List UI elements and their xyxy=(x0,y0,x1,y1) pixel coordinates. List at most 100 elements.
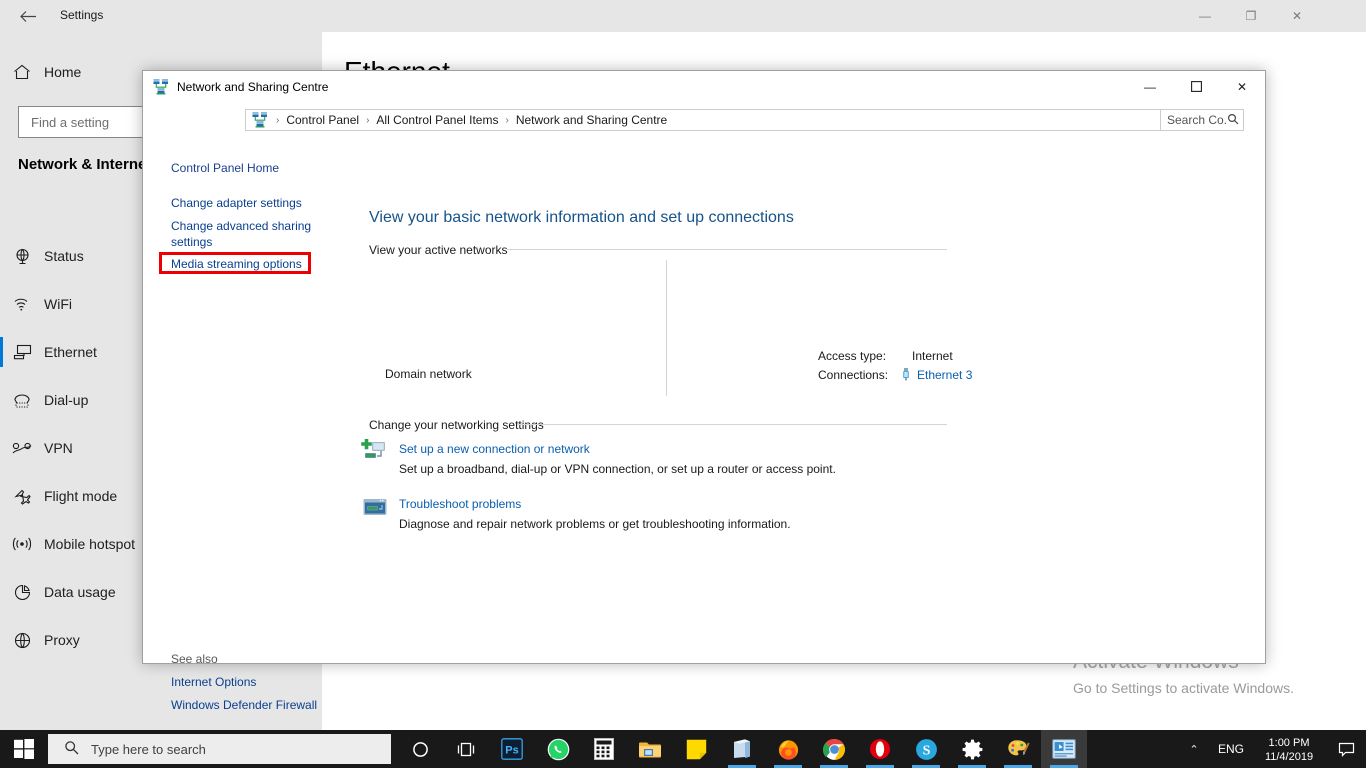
sidebar-item-label: Flight mode xyxy=(44,488,118,504)
desc-set-up-new-connection: Set up a broadband, dial-up or VPN conne… xyxy=(399,462,836,476)
control-panel-content-pane: View your basic network information and … xyxy=(361,139,1265,663)
hotspot-icon xyxy=(0,537,44,551)
show-hidden-icons-icon[interactable]: ⌃ xyxy=(1178,743,1210,756)
sidebar-item-label: VPN xyxy=(44,440,73,456)
search-placeholder: Search Co... xyxy=(1167,113,1227,127)
clock-time: 1:00 PM xyxy=(1268,736,1310,749)
settings-titlebar: Settings — ❐ ✕ xyxy=(0,0,1366,32)
clock-date: 11/4/2019 xyxy=(1264,750,1314,763)
photoshop-icon[interactable]: Ps xyxy=(489,730,535,768)
taskbar: Type here to search Ps S ⌃ ENG 1:00 PM 1… xyxy=(0,730,1366,768)
screen: Settings — ❐ ✕ Home Find a setting Netwo… xyxy=(0,0,1366,768)
whatsapp-icon[interactable] xyxy=(535,730,581,768)
highlight-box-change-adapter-settings xyxy=(159,252,311,274)
see-also-internet-options[interactable]: Internet Options xyxy=(171,675,256,689)
access-type-value: Internet xyxy=(912,349,953,363)
active-network-name: Domain network xyxy=(385,367,472,381)
close-button[interactable]: ✕ xyxy=(1219,71,1265,102)
sidebar-item-label: Mobile hotspot xyxy=(44,536,136,552)
settings-restore-button[interactable]: ❐ xyxy=(1228,0,1274,32)
sidebar-item-label: Data usage xyxy=(44,584,116,600)
sidebar-item-label: Proxy xyxy=(44,632,80,648)
control-panel-task-pane: Control Panel Home Change adapter settin… xyxy=(143,139,361,712)
breadcrumb-network-sharing[interactable]: Network and Sharing Centre xyxy=(514,113,669,127)
taskbar-search-placeholder: Type here to search xyxy=(91,741,206,757)
link-troubleshoot-problems[interactable]: Troubleshoot problems xyxy=(399,497,521,511)
task-link-change-advanced-sharing-settings[interactable]: Change advanced sharing settings xyxy=(171,218,339,250)
svg-text:Ps: Ps xyxy=(505,745,518,757)
windows-logo-icon[interactable] xyxy=(0,730,48,768)
see-also-label: See also xyxy=(171,652,218,666)
new-connection-icon xyxy=(361,438,389,467)
paint-icon[interactable] xyxy=(995,730,1041,768)
settings-close-button[interactable]: ✕ xyxy=(1274,0,1320,32)
skype-icon[interactable]: S xyxy=(903,730,949,768)
content-heading: View your basic network information and … xyxy=(369,209,794,226)
sidebar-item-label: WiFi xyxy=(44,296,72,312)
control-panel-search-input[interactable]: Search Co... xyxy=(1160,109,1244,131)
network-sharing-icon xyxy=(153,79,169,95)
task-link-control-panel-home[interactable]: Control Panel Home xyxy=(171,160,339,176)
store-icon[interactable] xyxy=(719,730,765,768)
group-label-networking-settings: Change your networking settings xyxy=(369,418,544,432)
page-section-title: Network & Internet xyxy=(18,156,152,173)
calculator-icon[interactable] xyxy=(581,730,627,768)
task-view-icon[interactable] xyxy=(443,730,489,768)
status-globe-icon xyxy=(0,248,44,265)
sidebar-item-label: Home xyxy=(44,64,82,80)
clock[interactable]: 1:00 PM 11/4/2019 xyxy=(1252,735,1326,764)
settings-title: Settings xyxy=(60,8,104,22)
pie-chart-icon xyxy=(0,584,44,601)
see-also-windows-defender-firewall[interactable]: Windows Defender Firewall xyxy=(171,698,317,712)
vpn-icon xyxy=(0,442,44,454)
file-explorer-icon[interactable] xyxy=(627,730,673,768)
breadcrumb-all-items[interactable]: All Control Panel Items xyxy=(374,113,500,127)
settings-gear-icon[interactable] xyxy=(949,730,995,768)
cortana-icon[interactable] xyxy=(397,730,443,768)
back-arrow-icon[interactable] xyxy=(8,2,48,30)
wifi-icon xyxy=(0,297,44,312)
link-set-up-new-connection[interactable]: Set up a new connection or network xyxy=(399,442,590,456)
language-indicator[interactable]: ENG xyxy=(1210,742,1252,756)
airplane-icon xyxy=(0,488,44,505)
chrome-icon[interactable] xyxy=(811,730,857,768)
control-panel-body: Control Panel Home Change adapter settin… xyxy=(143,139,1265,712)
sidebar-item-label: Status xyxy=(44,248,84,264)
settings-minimize-button[interactable]: — xyxy=(1182,0,1228,32)
maximize-button[interactable] xyxy=(1173,71,1219,102)
divider xyxy=(507,249,947,250)
sidebar-item-label: Ethernet xyxy=(44,344,97,360)
search-placeholder: Find a setting xyxy=(31,114,110,130)
address-bar[interactable]: › Control Panel › All Control Panel Item… xyxy=(245,109,1223,131)
dialup-icon xyxy=(0,393,44,408)
opera-icon[interactable] xyxy=(857,730,903,768)
group-label-active-networks: View your active networks xyxy=(369,243,508,257)
globe-icon xyxy=(0,632,44,649)
search-icon xyxy=(64,740,79,759)
sticky-notes-icon[interactable] xyxy=(673,730,719,768)
connections-label: Connections: xyxy=(818,368,889,382)
control-panel-icon[interactable] xyxy=(1041,730,1087,768)
system-tray: ⌃ ENG 1:00 PM 11/4/2019 xyxy=(1178,730,1366,768)
notification-icon[interactable] xyxy=(1326,742,1366,757)
network-sharing-icon xyxy=(252,112,268,128)
troubleshoot-icon xyxy=(361,494,389,522)
connection-link-ethernet-3[interactable]: Ethernet 3 xyxy=(917,368,972,382)
breadcrumb-separator: › xyxy=(276,114,280,126)
breadcrumb-separator: › xyxy=(366,114,370,126)
window-title: Network and Sharing Centre xyxy=(177,80,329,94)
network-sharing-centre-window: Network and Sharing Centre — ✕ ← → ⌄ ↑ xyxy=(142,70,1266,712)
firefox-icon[interactable] xyxy=(765,730,811,768)
control-panel-titlebar: Network and Sharing Centre — ✕ xyxy=(143,71,1265,103)
task-link-change-adapter-settings[interactable]: Change adapter settings xyxy=(171,195,339,211)
breadcrumb-control-panel[interactable]: Control Panel xyxy=(284,113,361,127)
taskbar-search-input[interactable]: Type here to search xyxy=(48,734,391,764)
minimize-button[interactable]: — xyxy=(1127,71,1173,102)
divider xyxy=(517,424,947,425)
ethernet-icon xyxy=(0,344,44,360)
divider xyxy=(666,260,667,396)
search-icon xyxy=(1227,113,1239,128)
breadcrumb-separator: › xyxy=(505,114,509,126)
access-type-label: Access type: xyxy=(818,349,887,363)
svg-text:S: S xyxy=(922,743,930,758)
